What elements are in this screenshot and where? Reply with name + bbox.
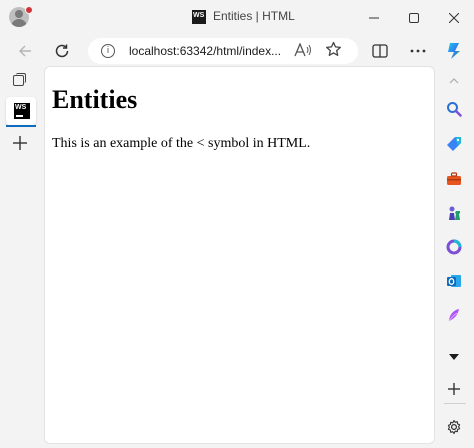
notification-dot	[25, 6, 33, 14]
new-tab-plus-icon[interactable]	[12, 135, 28, 155]
tools-briefcase-icon[interactable]	[445, 170, 463, 188]
split-screen-icon[interactable]	[367, 38, 393, 64]
minimize-icon[interactable]	[359, 6, 389, 30]
add-icon[interactable]	[445, 380, 463, 398]
scroll-up-icon[interactable]	[445, 72, 463, 90]
games-chess-icon[interactable]	[445, 204, 463, 222]
page-viewport: Entities This is an example of the < sym…	[44, 66, 435, 444]
settings-gear-icon[interactable]	[445, 418, 463, 436]
webstorm-favicon-icon: WS	[192, 10, 206, 24]
back-arrow-icon[interactable]	[12, 38, 38, 64]
window-title: Entities | HTML	[213, 9, 295, 23]
tab-actions-icon[interactable]	[13, 73, 26, 86]
read-aloud-icon[interactable]	[294, 42, 312, 60]
sidebar-divider	[444, 403, 466, 404]
search-icon[interactable]	[445, 100, 463, 118]
page-heading: Entities	[52, 85, 138, 114]
chevron-down-icon[interactable]	[445, 348, 463, 366]
copilot-icon[interactable]	[441, 38, 467, 64]
webstorm-favicon-icon: WS	[14, 103, 30, 119]
microsoft-365-icon[interactable]	[445, 238, 463, 256]
page-paragraph: This is an example of the < symbol in HT…	[52, 136, 311, 151]
favorite-star-icon[interactable]	[325, 41, 342, 63]
close-icon[interactable]	[439, 6, 469, 30]
url-text[interactable]: localhost:63342/html/index...	[129, 44, 281, 58]
active-tab-indicator	[6, 125, 36, 127]
maximize-icon[interactable]	[399, 6, 429, 30]
more-icon[interactable]	[405, 38, 431, 64]
designer-icon[interactable]	[445, 306, 463, 324]
outlook-icon[interactable]	[445, 272, 463, 290]
info-icon[interactable]: i	[101, 44, 115, 58]
refresh-icon[interactable]	[49, 38, 75, 64]
shopping-tag-icon[interactable]	[445, 135, 463, 153]
